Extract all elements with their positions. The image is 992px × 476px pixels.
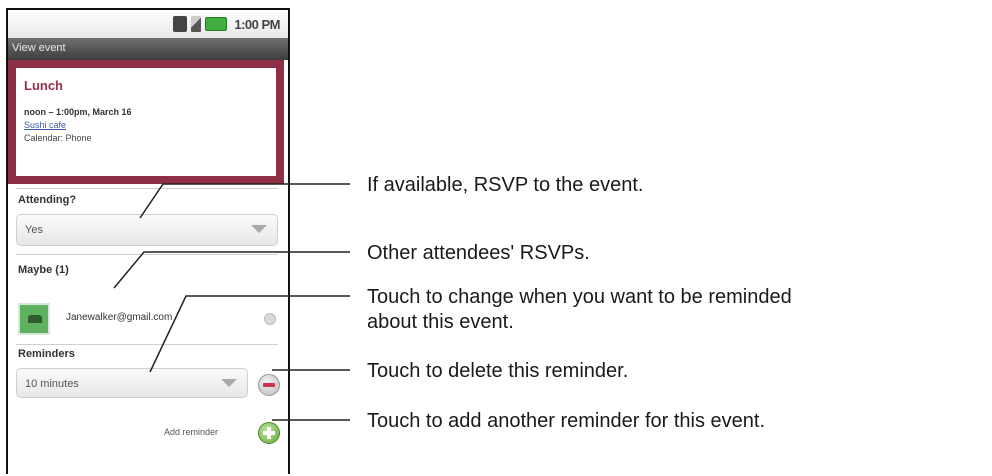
add-reminder-label[interactable]: Add reminder	[164, 427, 218, 437]
divider	[16, 188, 278, 189]
event-calendar: Calendar: Phone	[24, 133, 92, 143]
attending-label: Attending?	[18, 194, 77, 206]
add-reminder-button[interactable]	[258, 422, 280, 444]
status-dot-icon	[264, 313, 276, 325]
reminders-label: Reminders	[18, 348, 75, 360]
event-title: Lunch	[24, 78, 63, 93]
attendee-row[interactable]: Janewalker@gmail.com	[18, 303, 282, 339]
event-location-link[interactable]: Sushi cafe	[24, 120, 268, 130]
attendee-email: Janewalker@gmail.com	[66, 312, 173, 323]
screen-title: View event	[12, 42, 66, 54]
maybe-label: Maybe (1)	[18, 264, 69, 276]
callout-reminder-time-cont: about this event.	[367, 311, 514, 333]
title-bar: View event	[8, 38, 288, 60]
event-details-body: Lunch noon – 1:00pm, March 16 Sushi cafe…	[16, 68, 276, 176]
avatar	[18, 303, 50, 335]
callout-reminder-time: Touch to change when you want to be remi…	[367, 286, 792, 308]
reminder-time-value: 10 minutes	[25, 378, 79, 390]
event-time: noon – 1:00pm, March 16	[24, 107, 132, 117]
divider	[16, 344, 278, 345]
status-bar: 1:00 PM	[8, 10, 288, 38]
callout-add-reminder: Touch to add another reminder for this e…	[367, 410, 766, 432]
callout-attendees: Other attendees' RSVPs.	[367, 242, 590, 264]
delete-reminder-button[interactable]	[258, 374, 280, 396]
battery-icon	[205, 17, 228, 31]
chevron-down-icon	[221, 379, 237, 387]
notification-icon	[173, 16, 188, 32]
status-icons: 1:00 PM	[173, 15, 280, 33]
event-details-card: Lunch noon – 1:00pm, March 16 Sushi cafe…	[8, 60, 284, 184]
status-time: 1:00 PM	[234, 16, 280, 32]
signal-icon	[191, 16, 202, 32]
callout-rsvp: If available, RSVP to the event.	[367, 174, 644, 196]
callout-delete-reminder: Touch to delete this reminder.	[367, 360, 629, 382]
divider	[16, 254, 278, 255]
phone-screen: 1:00 PM View event Lunch noon – 1:00pm, …	[6, 8, 290, 474]
rsvp-value: Yes	[25, 224, 43, 236]
reminder-time-dropdown[interactable]: 10 minutes	[16, 368, 248, 398]
rsvp-dropdown[interactable]: Yes	[16, 214, 278, 246]
chevron-down-icon	[251, 225, 267, 233]
